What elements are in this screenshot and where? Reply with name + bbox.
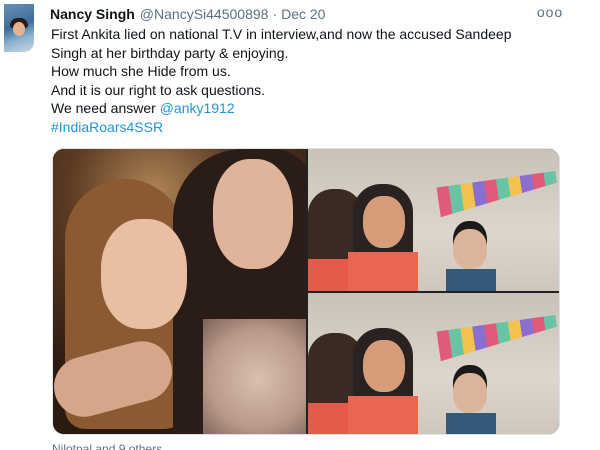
photo-right-top[interactable] — [308, 149, 559, 291]
person-b-shirt — [348, 252, 418, 291]
person-b — [348, 184, 418, 291]
person-b-shirt — [348, 396, 418, 434]
person-c — [446, 229, 496, 291]
tweet-line: Singh at her birthday party & enjoying. — [51, 44, 289, 61]
person-b-face — [363, 340, 405, 392]
person-c-head — [453, 229, 487, 269]
person-c — [446, 373, 496, 434]
photo-left-dress — [203, 319, 306, 434]
mention-link[interactable]: @anky1912 — [160, 100, 235, 116]
tweet-line-mention: We need answer @anky1912 — [51, 99, 551, 118]
hashtag-link[interactable]: #IndiaRoars4SSR — [51, 118, 551, 137]
photo-right-bottom[interactable] — [308, 293, 559, 434]
person-c-shirt — [446, 413, 496, 434]
bunting-decoration — [436, 171, 559, 217]
author-handle[interactable]: @NancySi44500898 — [140, 6, 269, 22]
tagged-users[interactable]: Nilotpal and 9 others — [52, 442, 162, 450]
tweet-text: First Ankita lied on national T.V in int… — [51, 25, 551, 136]
photo-left[interactable] — [53, 149, 306, 434]
mention-prefix: We need answer — [51, 100, 160, 116]
person-b-face — [363, 196, 405, 248]
person-c-head — [453, 373, 487, 413]
bunting-decoration — [436, 315, 559, 361]
avatar-face — [13, 22, 25, 36]
media-grid — [52, 148, 560, 435]
tweet-line: First Ankita lied on national T.V in int… — [51, 26, 512, 42]
person-c-shirt — [446, 269, 496, 291]
photo-left-face-a — [101, 219, 187, 329]
tweet-line: And it is our right to ask questions. — [51, 81, 265, 98]
tweet-header: Nancy Singh @NancySi44500898 · Dec 20 — [50, 5, 325, 23]
tweet-line: How much she Hide from us. — [51, 63, 231, 79]
person-b — [348, 328, 418, 434]
tweet-date[interactable]: Dec 20 — [281, 6, 325, 22]
more-horizontal-icon[interactable]: ooo — [537, 3, 562, 21]
photo-left-face-b — [213, 159, 293, 269]
author-name[interactable]: Nancy Singh — [50, 6, 135, 22]
avatar[interactable] — [4, 4, 34, 52]
tweet[interactable]: Nancy Singh @NancySi44500898 · Dec 20 oo… — [0, 0, 600, 450]
header-separator: · — [272, 6, 278, 22]
